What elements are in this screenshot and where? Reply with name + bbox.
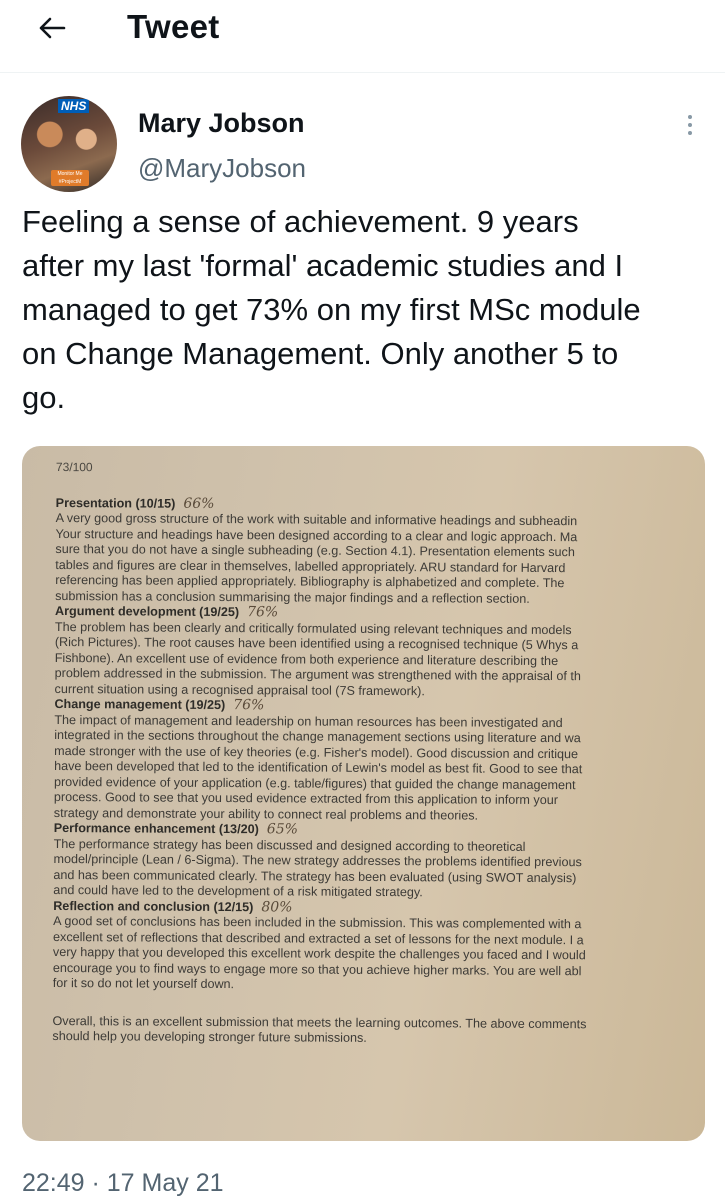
- author-name[interactable]: Mary Jobson: [138, 106, 305, 140]
- handwritten-percentage: 65%: [266, 821, 298, 838]
- handwritten-percentage: 66%: [183, 495, 215, 512]
- overall-score: 73/100: [55, 459, 93, 475]
- feedback-document: 73/100 Presentation (10/15) 66% A very goo…: [52, 454, 705, 1140]
- page-title: Tweet: [127, 8, 220, 45]
- top-bar: Tweet: [0, 0, 725, 73]
- avatar-band-text: Monitor Me #ProjectM: [51, 170, 89, 186]
- more-dots-icon: [688, 131, 692, 135]
- section-heading: Performance enhancement (13/20): [53, 820, 259, 837]
- nhs-badge: NHS: [58, 99, 90, 113]
- author-handle[interactable]: @MaryJobson: [138, 152, 306, 184]
- tweet-photo[interactable]: 73/100 Presentation (10/15) 66% A very goo…: [22, 446, 705, 1141]
- section-heading: Reflection and conclusion (12/15): [53, 898, 254, 914]
- handwritten-percentage: 76%: [233, 697, 265, 714]
- handwritten-percentage: 80%: [261, 898, 293, 915]
- handwritten-percentage: 76%: [247, 604, 279, 621]
- section-heading: Argument development (19/25): [54, 603, 240, 620]
- more-dots-icon: [688, 115, 692, 119]
- tweet-text: Feeling a sense of achievement. 9 years …: [22, 204, 641, 415]
- arrow-left-icon: [39, 17, 66, 39]
- back-button[interactable]: [30, 8, 74, 48]
- more-options-button[interactable]: [680, 110, 700, 140]
- more-dots-icon: [688, 123, 692, 127]
- section-heading: Presentation (10/15): [55, 495, 176, 511]
- tweet-timestamp[interactable]: 22:49 · 17 May 21: [22, 1166, 224, 1200]
- avatar[interactable]: NHS Monitor Me #ProjectM: [21, 96, 117, 192]
- overall-comment-line: should help you developing stronger futu…: [52, 1028, 367, 1045]
- section-heading: Change management (19/25): [54, 696, 226, 713]
